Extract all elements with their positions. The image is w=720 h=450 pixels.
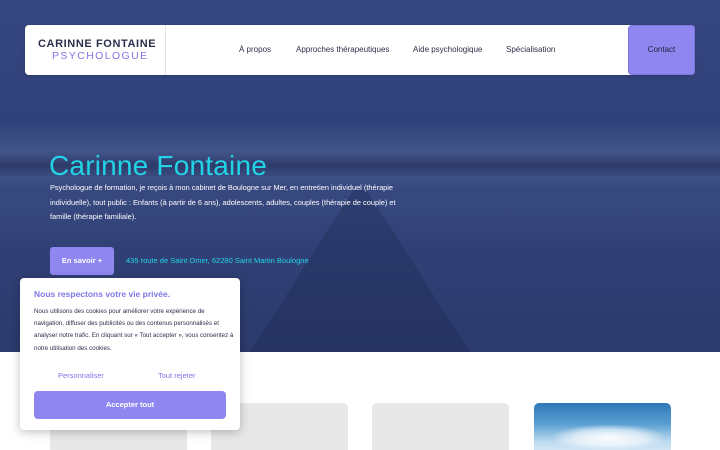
contact-button[interactable]: Contact [628,25,695,75]
cookie-banner: Nous respectons votre vie privée. Nous u… [20,278,240,430]
service-card-image[interactable] [534,403,671,450]
learn-more-button[interactable]: En savoir + [50,247,114,275]
logo-name: CARINNE FONTAINE [38,38,157,50]
main-navbar: CARINNE FONTAINE PSYCHOLOGUE À propos Ap… [25,25,695,75]
logo-subtitle: PSYCHOLOGUE [52,50,149,62]
customize-cookies-button[interactable]: Personnaliser [58,371,104,380]
reject-all-cookies-button[interactable]: Tout rejeter [158,371,196,380]
cookie-banner-title: Nous respectons votre vie privée. [34,289,171,299]
service-card[interactable] [372,403,509,450]
cookie-banner-text: Nous utilisons des cookies pour améliore… [34,308,234,352]
nav-link-a-propos[interactable]: À propos [239,25,271,75]
nav-link-aide-psychologique[interactable]: Aide psychologique [413,25,482,75]
card-image-clouds [554,425,664,450]
site-logo[interactable]: CARINNE FONTAINE PSYCHOLOGUE [25,25,166,75]
nav-link-specialisation[interactable]: Spécialisation [506,25,555,75]
hero-description: Psychologue de formation, je reçois à mo… [50,183,396,221]
hero-title: Carinne Fontaine [49,150,267,181]
accept-all-cookies-button[interactable]: Accepter tout [34,391,226,419]
address-link[interactable]: 435 route de Saint Omer, 62280 Saint Mar… [126,256,309,265]
nav-link-approches-therapeutiques[interactable]: Approches thérapeutiques [296,25,389,75]
